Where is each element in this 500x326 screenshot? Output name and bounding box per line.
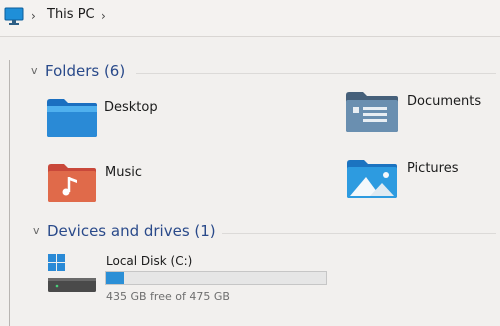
folders-group-header[interactable]: v Folders (6) [31, 62, 125, 80]
chevron-down-icon: v [31, 64, 38, 77]
group-divider [136, 73, 496, 74]
chevron-down-icon: v [33, 224, 40, 237]
breadcrumb-chevron[interactable]: › [101, 9, 106, 23]
folder-label: Pictures [407, 161, 459, 176]
folder-label: Desktop [104, 100, 158, 115]
drive-local-disk-c[interactable]: Local Disk (C:) 435 GB free of 475 GB [46, 252, 336, 312]
group-divider [222, 233, 496, 234]
drive-usage-bar-fill [106, 272, 125, 284]
this-pc-icon[interactable] [4, 6, 24, 30]
devices-group-title: Devices and drives (1) [47, 222, 216, 240]
folder-documents[interactable]: Documents [345, 91, 495, 135]
folder-pictures[interactable]: Pictures [346, 159, 496, 203]
drive-usage-bar [105, 271, 327, 285]
folder-label: Documents [407, 94, 482, 109]
breadcrumb-separator[interactable]: › [31, 9, 36, 23]
documents-folder-icon [345, 91, 399, 137]
breadcrumb-this-pc[interactable]: This PC [47, 7, 95, 22]
folder-desktop[interactable]: Desktop [46, 98, 246, 142]
navigation-pane-divider[interactable] [9, 60, 10, 326]
folders-group-title: Folders (6) [45, 62, 126, 80]
drive-free-space: 435 GB free of 475 GB [106, 290, 230, 303]
address-bar[interactable]: › This PC › [0, 0, 500, 37]
windows-drive-icon [46, 252, 98, 298]
music-folder-icon [47, 163, 97, 207]
devices-group-header[interactable]: v Devices and drives (1) [33, 222, 216, 240]
desktop-folder-icon [46, 98, 98, 142]
pictures-folder-icon [346, 159, 398, 203]
folder-label: Music [105, 165, 142, 180]
drive-label: Local Disk (C:) [106, 254, 193, 268]
folder-music[interactable]: Music [47, 163, 247, 207]
